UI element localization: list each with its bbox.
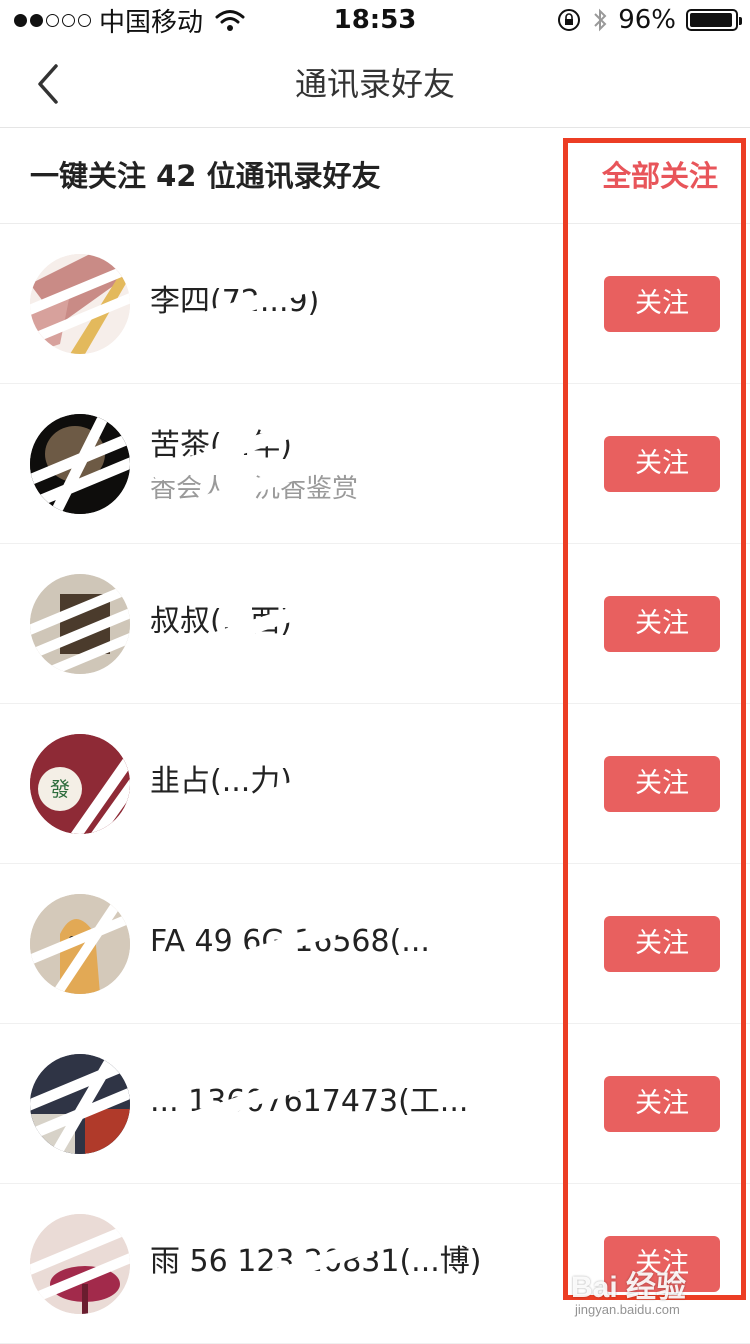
avatar (30, 1214, 130, 1314)
avatar-image: 發 (30, 734, 130, 834)
status-bar: 中国移动 18:53 96% (0, 0, 750, 40)
follow-button[interactable]: 关注 (604, 1236, 720, 1292)
follow-all-suffix: 位通讯录好友 (196, 159, 381, 193)
status-right: 96% (556, 4, 742, 36)
follow-all-description: 一键关注 42 位通讯录好友 (30, 154, 381, 198)
bluetooth-icon (594, 8, 607, 32)
battery-icon (686, 9, 742, 31)
avatar (30, 414, 130, 514)
avatar-image (30, 414, 130, 514)
contact-row[interactable]: 叔叔(...西) 关注 (0, 544, 750, 704)
battery-percent: 96% (618, 5, 676, 35)
avatar: 發 (30, 734, 130, 834)
follow-button[interactable]: 关注 (604, 1076, 720, 1132)
follow-button[interactable]: 关注 (604, 436, 720, 492)
contact-list: 李四(72...9) 关注 苦茶(...年) 香会人，沉香鉴赏 关注 叔叔(..… (0, 224, 750, 1344)
battery-level (690, 13, 733, 27)
avatar (30, 1054, 130, 1154)
avatar (30, 254, 130, 354)
contact-row[interactable]: ... 13607617473(工... 关注 (0, 1024, 750, 1184)
follow-all-button[interactable]: 全部关注 (602, 154, 718, 198)
contact-row[interactable]: 苦茶(...年) 香会人，沉香鉴赏 关注 (0, 384, 750, 544)
avatar-image (30, 1214, 130, 1314)
avatar-image (30, 574, 130, 674)
contact-row[interactable]: 發 韭占(...力) 关注 (0, 704, 750, 864)
contact-row[interactable]: 李四(72...9) 关注 (0, 224, 750, 384)
avatar-image (30, 894, 130, 994)
avatar (30, 574, 130, 674)
follow-button[interactable]: 关注 (604, 756, 720, 812)
follow-button[interactable]: 关注 (604, 916, 720, 972)
follow-all-prefix: 一键关注 (30, 159, 157, 193)
avatar (30, 894, 130, 994)
contact-row[interactable]: FA 49 6G 16568(... 关注 (0, 864, 750, 1024)
follow-button[interactable]: 关注 (604, 276, 720, 332)
contact-row[interactable]: 雨 56 123 20831(...博) 关注 (0, 1184, 750, 1344)
nav-bar: 通讯录好友 (0, 40, 750, 128)
follow-all-row: 一键关注 42 位通讯录好友 全部关注 (0, 128, 750, 224)
follow-button[interactable]: 关注 (604, 596, 720, 652)
avatar-image (30, 254, 130, 354)
avatar-image (30, 1054, 130, 1154)
svg-text:發: 發 (50, 777, 70, 801)
page-title: 通讯录好友 (294, 65, 455, 103)
rotation-lock-icon (558, 9, 581, 31)
contact-count: 42 (156, 159, 197, 193)
